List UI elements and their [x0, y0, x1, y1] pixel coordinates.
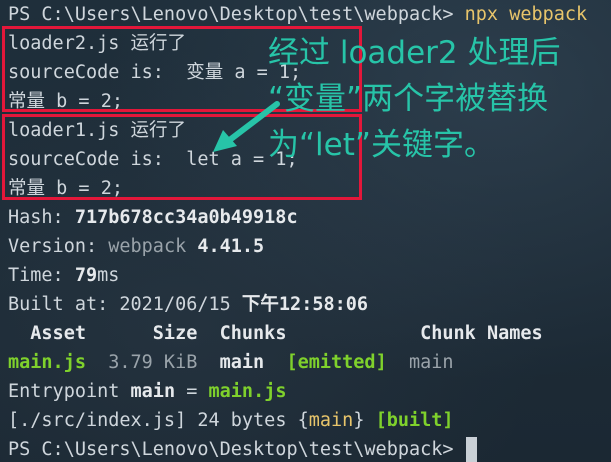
- col-asset: Asset: [8, 323, 86, 344]
- annotation-line-2: “变量”两个字被替换: [268, 81, 549, 117]
- hash-label: Hash:: [8, 207, 75, 228]
- asset-emitted-flag: [emitted]: [264, 352, 387, 373]
- col-chunk-names: Chunk Names: [286, 323, 543, 344]
- asset-name: main.js: [8, 352, 86, 373]
- col-chunks: Chunks: [197, 323, 287, 344]
- entrypoint-line: Entrypoint main = main.js: [8, 377, 286, 406]
- prompt-path: PS C:\Users\Lenovo\Desktop\test\webpack>: [8, 4, 465, 25]
- built-date: 2021/06/15: [119, 294, 242, 315]
- entrypoint-name: main: [130, 381, 176, 402]
- asset-chunk: main: [197, 352, 265, 373]
- version-number: 4.41.5: [197, 236, 265, 257]
- final-prompt: PS C:\Users\Lenovo\Desktop\test\webpack>: [8, 439, 454, 460]
- module-path: [./src/index.js]: [8, 410, 187, 431]
- time-value: 79: [74, 265, 98, 286]
- text-cursor[interactable]: [465, 437, 477, 462]
- entrypoint-eq: =: [175, 381, 209, 402]
- version-tool: webpack: [108, 236, 198, 257]
- module-size: 24 bytes: [186, 410, 298, 431]
- module-built-flag: [built]: [364, 410, 454, 431]
- terminal-window[interactable]: PS C:\Users\Lenovo\Desktop\test\webpack>…: [0, 0, 611, 462]
- hash-line: Hash: 717b678cc34a0b49918c: [8, 203, 298, 232]
- version-label: Version:: [8, 236, 109, 257]
- time-unit: ms: [97, 265, 120, 286]
- module-chunk-close: }: [353, 410, 365, 431]
- asset-size: 3.79 KiB: [85, 352, 198, 373]
- version-line: Version: webpack 4.41.5: [8, 232, 264, 261]
- asset-table-row: main.js 3.79 KiB main [emitted] main: [8, 348, 454, 377]
- module-chunk: main: [308, 410, 354, 431]
- col-size: Size: [85, 323, 198, 344]
- hash-value: 717b678cc34a0b49918c: [74, 207, 298, 228]
- asset-chunk-name: main: [386, 352, 454, 373]
- annotation-line-1: 经过 loader2 处理后: [268, 35, 561, 71]
- asset-table-header: Asset Size Chunks Chunk Names: [8, 319, 543, 348]
- time-line: Time: 79ms: [8, 261, 119, 290]
- final-prompt-line[interactable]: PS C:\Users\Lenovo\Desktop\test\webpack>: [8, 435, 477, 462]
- command-line: PS C:\Users\Lenovo\Desktop\test\webpack>…: [8, 0, 587, 29]
- annotation-callout: 经过 loader2 处理后 “变量”两个字被替换 为“let”关键字。: [268, 30, 608, 260]
- annotation-line-3: 为“let”关键字。: [268, 127, 495, 163]
- module-line: [./src/index.js] 24 bytes {main} [built]: [8, 406, 454, 435]
- command-text: npx webpack: [464, 4, 588, 25]
- built-label: Built at:: [8, 294, 120, 315]
- time-label: Time:: [8, 265, 75, 286]
- built-time: 下午12:58:06: [241, 294, 369, 315]
- module-chunk-open: {: [297, 410, 309, 431]
- built-at-line: Built at: 2021/06/15 下午12:58:06: [8, 290, 368, 319]
- entrypoint-label: Entrypoint: [8, 381, 131, 402]
- entrypoint-file: main.js: [208, 381, 287, 402]
